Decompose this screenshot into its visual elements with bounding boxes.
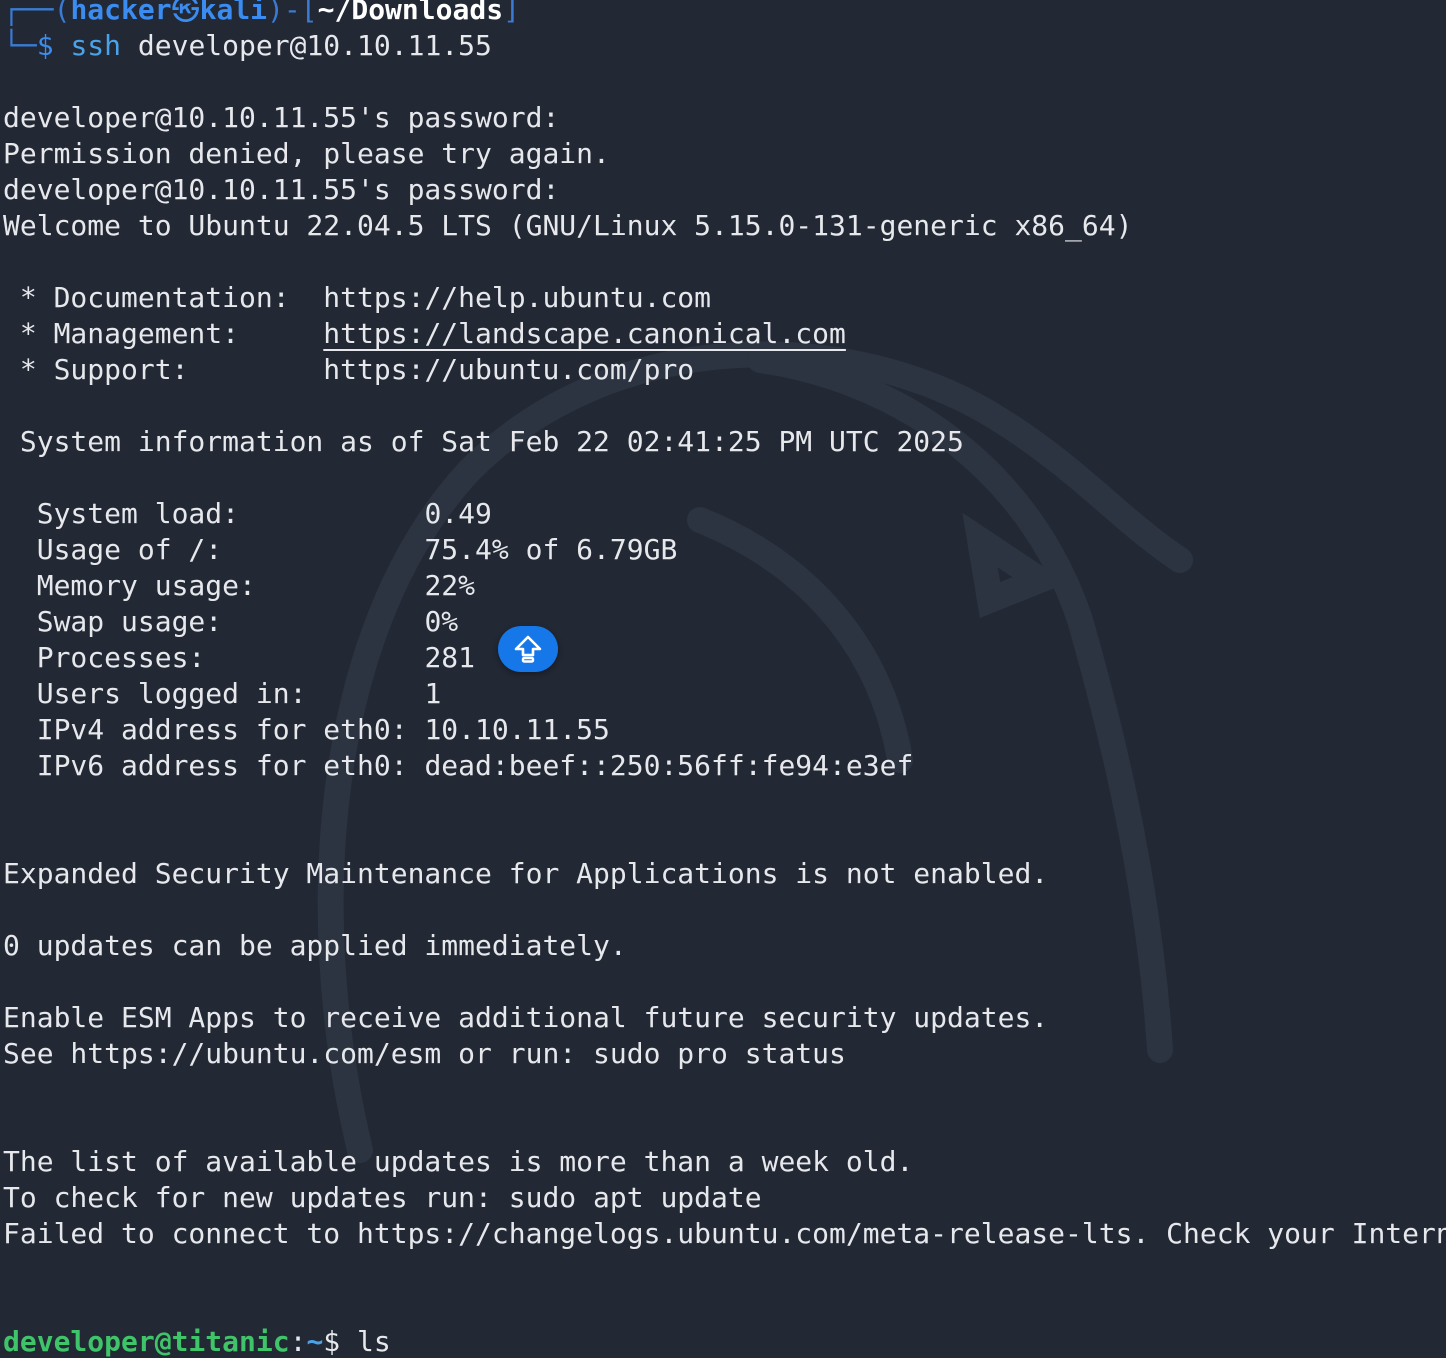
remote-dollar: $ (323, 1325, 358, 1358)
support-link[interactable]: https://ubuntu.com/pro (323, 353, 694, 386)
stat-label: System load: (3, 497, 425, 530)
shift-up-arrow-icon (514, 635, 542, 663)
sysinfo-line: System information as of Sat Feb 22 02:4… (3, 425, 964, 458)
support-line: * Support: https://ubuntu.com/pro (3, 352, 694, 388)
stat-label: Users logged in: (3, 677, 425, 710)
stat-usage: Usage of /: 75.4% of 6.79GB (3, 532, 678, 568)
stat-label: Swap usage: (3, 605, 425, 638)
password-prompt-1: developer@10.10.11.55's password: (3, 101, 560, 134)
mgmt-label: * Management: (3, 317, 324, 350)
failed-connect-line: Failed to connect to https://changelogs.… (3, 1217, 1446, 1250)
stat-ipv6: IPv6 address for eth0: dead:beef::250:56… (3, 748, 914, 784)
prompt-separator: )-[ (267, 0, 318, 26)
remote-command: ls (357, 1325, 391, 1358)
check-new-line: To check for new updates run: sudo apt u… (3, 1181, 762, 1214)
stat-value: 0.49 (424, 497, 492, 530)
remote-path: ~ (306, 1325, 324, 1358)
remote-prompt-line: developer@titanic:~$ ls (3, 1324, 391, 1358)
prompt-directory: ~/Downloads (317, 0, 504, 26)
list-old-line: The list of available updates is more th… (3, 1145, 914, 1178)
stat-processes: Processes: 281 (3, 640, 475, 676)
stat-swap: Swap usage: 0% (3, 604, 458, 640)
mgmt-link[interactable]: https://landscape.canonical.com (323, 317, 846, 350)
kali-prompt-line-1: ┌──(hacker㉿kali)-[~/Downloads] (3, 0, 520, 28)
stat-label: Memory usage: (3, 569, 425, 602)
prompt-host: kali (199, 0, 268, 26)
welcome-banner: Welcome to Ubuntu 22.04.5 LTS (GNU/Linux… (3, 209, 1133, 242)
stat-value: 10.10.11.55 (424, 713, 610, 746)
shift-overlay-button[interactable] (498, 626, 558, 672)
command-binary: ssh (70, 29, 122, 62)
remote-user-host: developer@titanic (3, 1325, 290, 1358)
updates-line: 0 updates can be applied immediately. (3, 929, 627, 962)
prompt-frame-bottom: └─ (3, 29, 37, 62)
stat-value: 75.4% of 6.79GB (424, 533, 678, 566)
prompt-user: hacker (70, 0, 172, 26)
mgmt-line: * Management: https://landscape.canonica… (3, 316, 846, 352)
kali-prompt-line-2: └─$ ssh developer@10.10.11.55 (3, 28, 492, 64)
stat-value: dead:beef::250:56ff:fe94:e3ef (424, 749, 914, 782)
stat-system-load: System load: 0.49 (3, 496, 492, 532)
prompt-at-symbol: ㉿ (171, 0, 200, 26)
stat-value: 281 (424, 641, 476, 674)
password-prompt-2: developer@10.10.11.55's password: (3, 173, 560, 206)
prompt-frame: ┌──( (3, 0, 71, 26)
terminal-output[interactable]: ┌──(hacker㉿kali)-[~/Downloads] └─$ ssh d… (0, 0, 1446, 1358)
stat-label: IPv4 address for eth0: (3, 713, 425, 746)
stat-label: IPv6 address for eth0: (3, 749, 425, 782)
stat-label: Usage of /: (3, 533, 425, 566)
permission-denied: Permission denied, please try again. (3, 137, 610, 170)
stat-value: 1 (424, 677, 442, 710)
esm-line: Expanded Security Maintenance for Applic… (3, 857, 1049, 890)
doc-link[interactable]: https://help.ubuntu.com (323, 281, 711, 314)
doc-label: * Documentation: (3, 281, 324, 314)
stat-value: 22% (424, 569, 476, 602)
support-label: * Support: (3, 353, 324, 386)
prompt-dollar: $ (36, 29, 54, 62)
prompt-bracket-close: ] (503, 0, 520, 26)
stat-ipv4: IPv4 address for eth0: 10.10.11.55 (3, 712, 610, 748)
see-esm-line: See https://ubuntu.com/esm or run: sudo … (3, 1037, 846, 1070)
stat-memory: Memory usage: 22% (3, 568, 475, 604)
stat-label: Processes: (3, 641, 425, 674)
doc-line: * Documentation: https://help.ubuntu.com (3, 280, 711, 316)
command-args: developer@10.10.11.55 (121, 29, 492, 62)
stat-users: Users logged in: 1 (3, 676, 442, 712)
stat-value: 0% (424, 605, 459, 638)
remote-colon: : (289, 1325, 307, 1358)
enable-esm-line: Enable ESM Apps to receive additional fu… (3, 1001, 1049, 1034)
